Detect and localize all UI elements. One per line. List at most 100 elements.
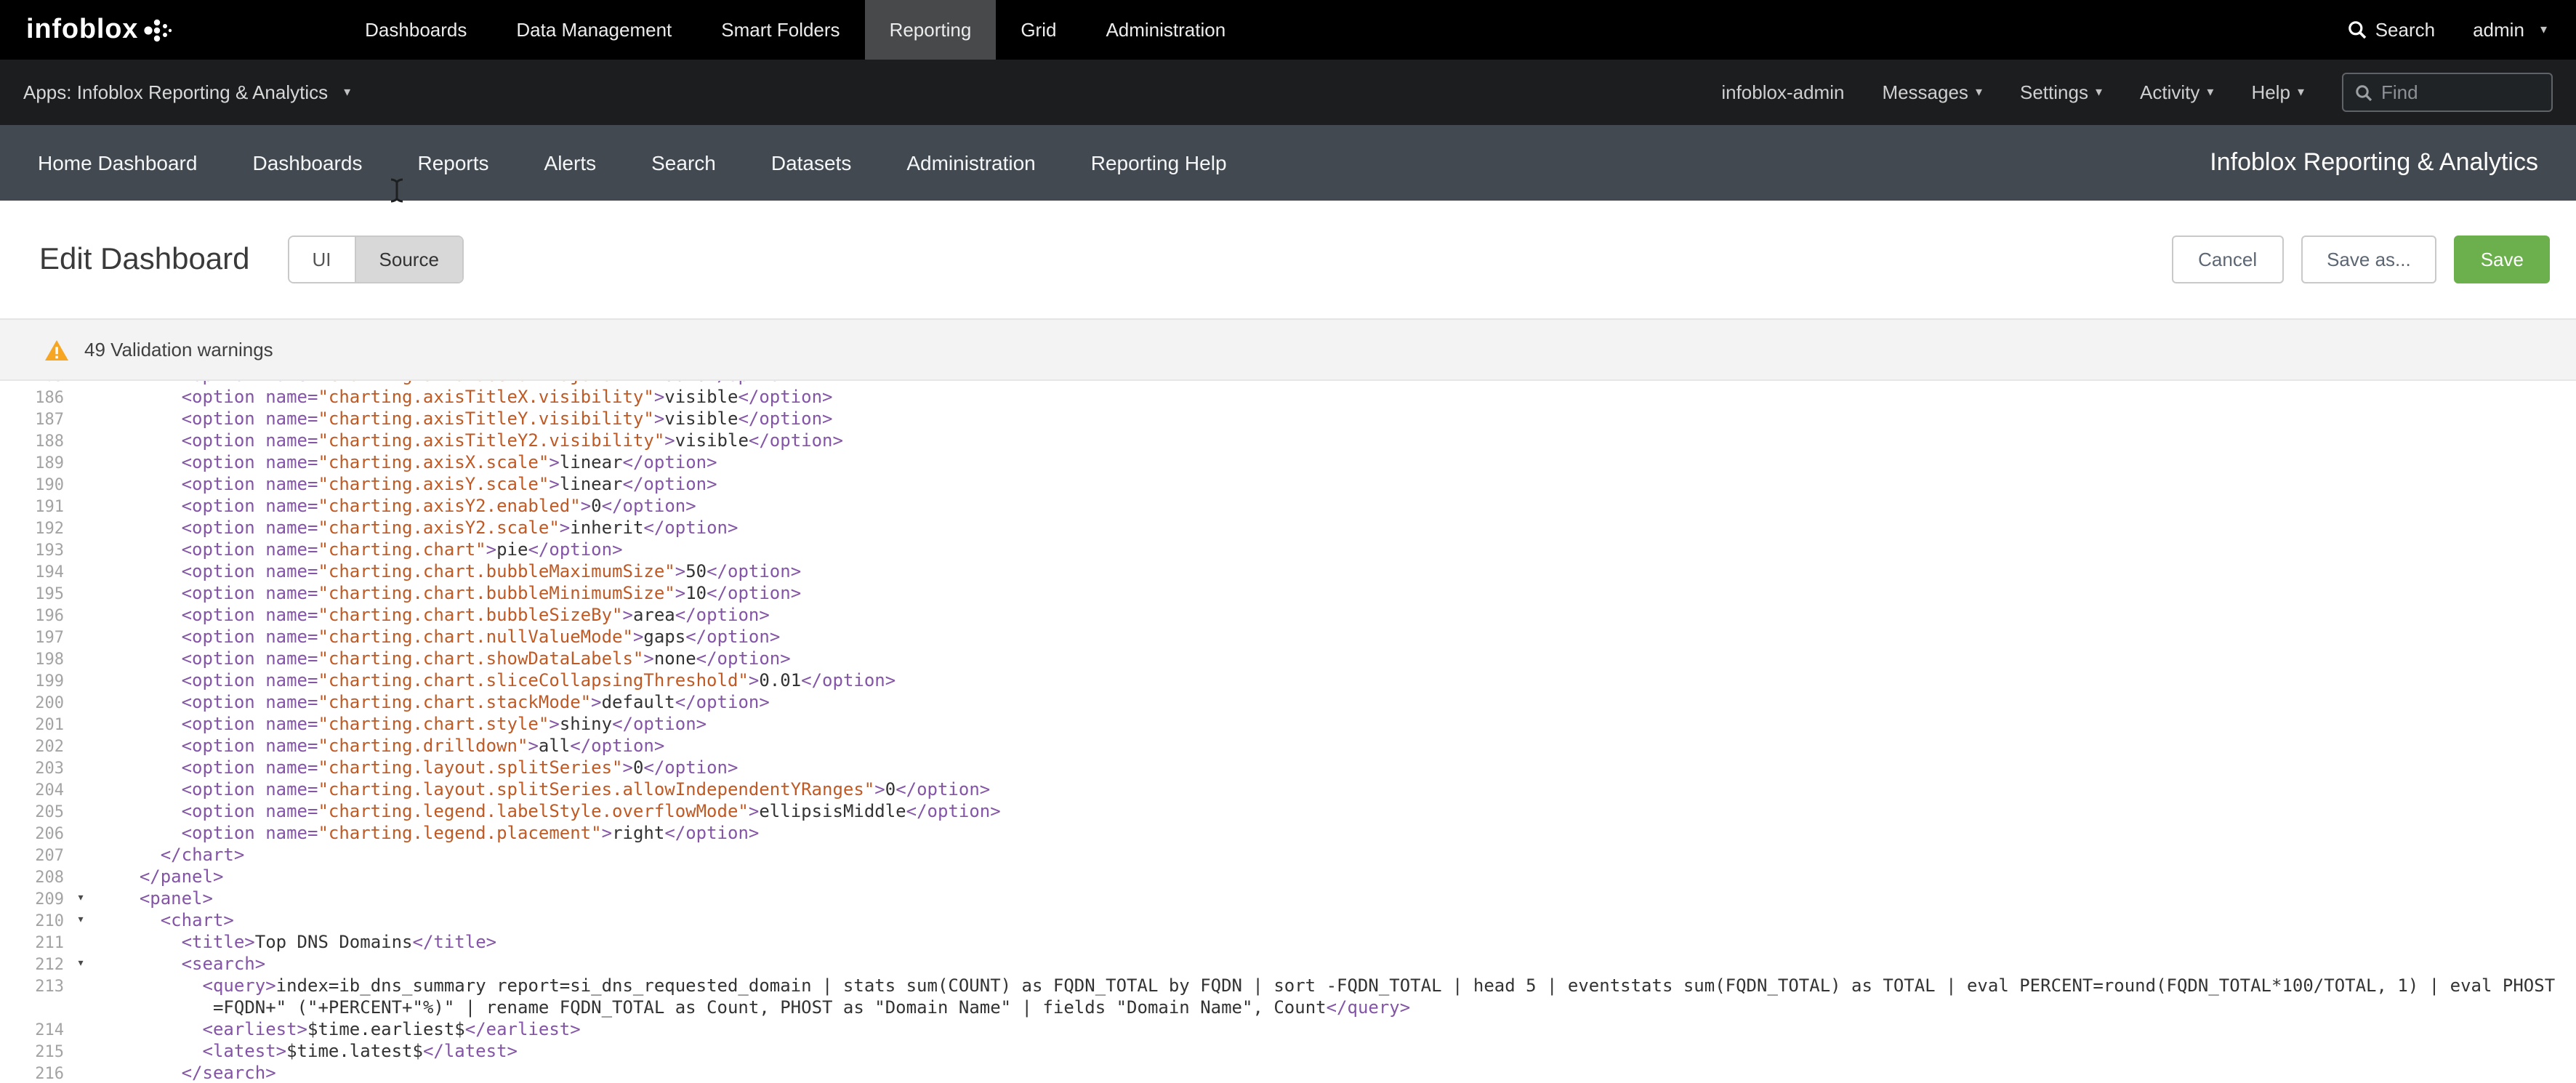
code-line[interactable]: 197 <option name="charting.chart.nullVal… <box>0 627 2576 648</box>
subnav-alerts[interactable]: Alerts <box>517 151 624 174</box>
code-text: </chart> <box>97 845 2576 866</box>
infoblox-logo[interactable]: infoblox <box>0 0 201 60</box>
caret-down-icon: ▾ <box>344 84 350 100</box>
code-line[interactable]: 187 <option name="charting.axisTitleY.vi… <box>0 408 2576 430</box>
code-line[interactable]: 207 </chart> <box>0 845 2576 866</box>
top-menu-dashboards[interactable]: Dashboards <box>340 0 491 60</box>
code-line[interactable]: 186 <option name="charting.axisTitleX.vi… <box>0 387 2576 408</box>
line-number: 194 <box>0 561 64 583</box>
top-menu-data-management[interactable]: Data Management <box>491 0 696 60</box>
code-lines: 185 <option name="charting.axisLabelsY.m… <box>0 381 2576 1083</box>
code-line[interactable]: 215 <latest>$time.latest$</latest> <box>0 1041 2576 1063</box>
source-code-editor[interactable]: 185 <option name="charting.axisLabelsY.m… <box>0 381 2576 1083</box>
fold-toggle-icon[interactable]: ▾ <box>64 910 97 932</box>
code-text: <latest>$time.latest$</latest> <box>97 1041 2576 1063</box>
code-line[interactable]: 196 <option name="charting.chart.bubbleS… <box>0 605 2576 627</box>
code-text: <option name="charting.chart.showDataLab… <box>97 648 2576 670</box>
code-line[interactable]: 202 <option name="charting.drilldown">al… <box>0 736 2576 757</box>
code-line[interactable]: 206 <option name="charting.legend.placem… <box>0 823 2576 845</box>
code-text: <query>index=ib_dns_summary report=si_dn… <box>97 975 2576 997</box>
code-text: <panel> <box>97 888 2576 910</box>
label: Grid <box>1021 19 1056 41</box>
code-line[interactable]: 190 <option name="charting.axisY.scale">… <box>0 474 2576 496</box>
global-search[interactable]: Search <box>2348 19 2435 41</box>
code-line[interactable]: 194 <option name="charting.chart.bubbleM… <box>0 561 2576 583</box>
code-line[interactable]: 212▾ <search> <box>0 954 2576 975</box>
fold-toggle-icon[interactable]: ▾ <box>64 954 97 975</box>
line-number: 207 <box>0 845 64 866</box>
code-line[interactable]: 191 <option name="charting.axisY2.enable… <box>0 496 2576 518</box>
code-line[interactable]: 185 <option name="charting.axisLabelsY.m… <box>0 381 2576 387</box>
code-line[interactable]: 199 <option name="charting.chart.sliceCo… <box>0 670 2576 692</box>
code-text: <option name="charting.axisTitleY2.visib… <box>97 430 2576 452</box>
code-line[interactable]: 214 <earliest>$time.earliest$</earliest> <box>0 1019 2576 1041</box>
subnav-administration[interactable]: Administration <box>879 151 1063 174</box>
user-menu-label: admin <box>2473 19 2524 41</box>
top-menu-reporting[interactable]: Reporting <box>865 0 997 60</box>
code-text: <chart> <box>97 910 2576 932</box>
fold-toggle-icon[interactable]: ▾ <box>64 888 97 910</box>
label: Messages <box>1882 81 1968 103</box>
code-line[interactable]: 204 <option name="charting.layout.splitS… <box>0 779 2576 801</box>
appbar-menu-activity[interactable]: Activity▾ <box>2140 81 2213 103</box>
code-line[interactable]: 213 <query>index=ib_dns_summary report=s… <box>0 975 2576 997</box>
code-text: <search> <box>97 954 2576 975</box>
caret-down-icon: ▾ <box>2540 22 2547 38</box>
fold-spacer <box>64 801 97 823</box>
subnav-home-dashboard[interactable]: Home Dashboard <box>38 151 225 174</box>
find-search[interactable] <box>2342 73 2553 112</box>
toolbar-buttons: Cancel Save as... Save <box>2172 235 2550 283</box>
code-line[interactable]: 203 <option name="charting.layout.splitS… <box>0 757 2576 779</box>
label: Dashboards <box>365 19 467 41</box>
code-line[interactable]: 211 <title>Top DNS Domains</title> <box>0 932 2576 954</box>
code-line[interactable]: 205 <option name="charting.legend.labelS… <box>0 801 2576 823</box>
code-line[interactable]: 208 </panel> <box>0 866 2576 888</box>
subnav-reports[interactable]: Reports <box>390 151 516 174</box>
code-line[interactable]: =FQDN+" ("+PERCENT+"%)" | rename FQDN_TO… <box>0 997 2576 1019</box>
save-button[interactable]: Save <box>2455 235 2550 283</box>
user-menu[interactable]: admin ▾ <box>2473 19 2547 41</box>
cancel-button[interactable]: Cancel <box>2172 235 2283 283</box>
code-line[interactable]: 210▾ <chart> <box>0 910 2576 932</box>
subnav-reporting-help[interactable]: Reporting Help <box>1063 151 1255 174</box>
fold-spacer <box>64 452 97 474</box>
top-menu-smart-folders[interactable]: Smart Folders <box>696 0 864 60</box>
line-number: 192 <box>0 518 64 539</box>
appbar-menu-messages[interactable]: Messages▾ <box>1882 81 1982 103</box>
appbar-menu-help[interactable]: Help▾ <box>2251 81 2304 103</box>
code-line[interactable]: 192 <option name="charting.axisY2.scale"… <box>0 518 2576 539</box>
code-line[interactable]: 193 <option name="charting.chart">pie</o… <box>0 539 2576 561</box>
code-line[interactable]: 209▾ <panel> <box>0 888 2576 910</box>
subnav-dashboards[interactable]: Dashboards <box>225 151 390 174</box>
fold-spacer <box>64 975 97 997</box>
fold-spacer <box>64 648 97 670</box>
code-text: <option name="charting.drilldown">all</o… <box>97 736 2576 757</box>
subnav-datasets[interactable]: Datasets <box>744 151 880 174</box>
code-line[interactable]: 189 <option name="charting.axisX.scale">… <box>0 452 2576 474</box>
find-input[interactable] <box>2381 81 2540 103</box>
line-number: 190 <box>0 474 64 496</box>
code-line[interactable]: 216 </search> <box>0 1063 2576 1083</box>
label: Administration <box>906 151 1035 174</box>
code-line[interactable]: 200 <option name="charting.chart.stackMo… <box>0 692 2576 714</box>
segment-ui[interactable]: UI <box>289 237 355 282</box>
label: Settings <box>2020 81 2088 103</box>
fold-spacer <box>64 583 97 605</box>
top-menu-administration[interactable]: Administration <box>1081 0 1250 60</box>
code-text: <title>Top DNS Domains</title> <box>97 932 2576 954</box>
view-toggle: UISource <box>288 235 464 283</box>
apps-dropdown[interactable]: Apps: Infoblox Reporting & Analytics ▾ <box>23 81 350 103</box>
code-line[interactable]: 198 <option name="charting.chart.showDat… <box>0 648 2576 670</box>
top-menu-grid[interactable]: Grid <box>996 0 1081 60</box>
top-navbar-right: Search admin ▾ <box>2348 0 2576 60</box>
code-text: </panel> <box>97 866 2576 888</box>
fold-spacer <box>64 561 97 583</box>
code-line[interactable]: 188 <option name="charting.axisTitleY2.v… <box>0 430 2576 452</box>
appbar-menu-settings[interactable]: Settings▾ <box>2020 81 2102 103</box>
code-line[interactable]: 201 <option name="charting.chart.style">… <box>0 714 2576 736</box>
code-line[interactable]: 195 <option name="charting.chart.bubbleM… <box>0 583 2576 605</box>
appbar-admin-link[interactable]: infoblox-admin <box>1721 81 1844 103</box>
save-as-button[interactable]: Save as... <box>2301 235 2437 283</box>
segment-source[interactable]: Source <box>355 237 462 282</box>
subnav-search[interactable]: Search <box>624 151 744 174</box>
